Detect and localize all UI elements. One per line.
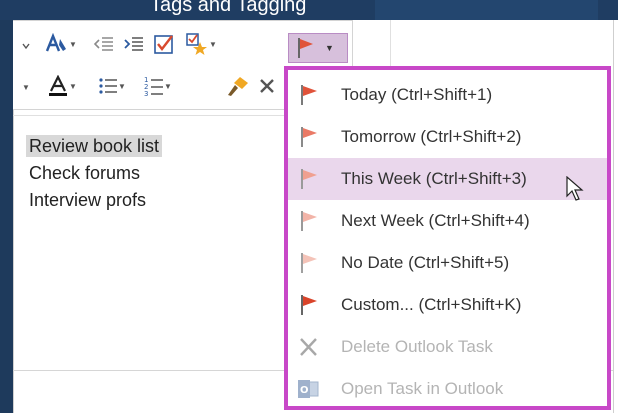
- bullets-icon: [99, 78, 118, 94]
- numbering-icon: 1 2 3: [144, 76, 164, 97]
- flag-custom-icon: [301, 295, 317, 315]
- menu-item-no-date[interactable]: No Date (Ctrl+Shift+5): [288, 242, 607, 284]
- decrease-indent-button[interactable]: [91, 33, 117, 55]
- outlook-icon: O: [298, 380, 319, 398]
- font-color-icon: [49, 75, 68, 96]
- menu-item-open-task-in-outlook[interactable]: O Open Task in Outlook: [288, 368, 607, 410]
- list-item[interactable]: Review book list: [26, 133, 163, 160]
- mouse-cursor-icon: [566, 176, 584, 201]
- chevron-down-icon: ▼: [69, 81, 77, 91]
- flag-dropdown-menu: Today (Ctrl+Shift+1) Tomorrow (Ctrl+Shif…: [284, 66, 611, 410]
- menu-item-delete-outlook-task[interactable]: Delete Outlook Task: [288, 326, 607, 368]
- clear-formatting-button[interactable]: [255, 75, 279, 97]
- clear-formatting-icon: [260, 79, 274, 93]
- increase-indent-button[interactable]: [121, 33, 147, 55]
- menu-item-today[interactable]: Today (Ctrl+Shift+1): [288, 74, 607, 116]
- chevron-down-icon: [22, 43, 30, 50]
- list-item[interactable]: Check forums: [29, 160, 162, 187]
- font-size-dropdown-caret[interactable]: ▼: [19, 76, 33, 98]
- style-dropdown-caret[interactable]: [19, 35, 33, 57]
- flag-next-week-icon: [301, 211, 317, 231]
- chevron-down-icon: ▼: [325, 43, 334, 53]
- font-color-button[interactable]: ▼: [41, 75, 83, 97]
- menu-item-this-week[interactable]: This Week (Ctrl+Shift+3): [288, 158, 607, 200]
- todo-checkbox-icon: [154, 35, 173, 54]
- menu-item-custom[interactable]: Custom... (Ctrl+Shift+K): [288, 284, 607, 326]
- delete-x-icon: [300, 338, 317, 356]
- flag-dropdown-button[interactable]: ▼: [288, 33, 348, 63]
- styles-button[interactable]: ▼: [39, 33, 83, 55]
- title-bar: Tags and Tagging: [0, 0, 618, 20]
- chevron-down-icon: ▼: [209, 39, 217, 49]
- bullets-button[interactable]: ▼: [91, 75, 133, 97]
- chevron-down-icon: ▼: [69, 39, 77, 49]
- increase-indent-icon: [124, 37, 143, 51]
- flag-this-week-icon: [301, 169, 317, 189]
- format-painter-button[interactable]: [223, 75, 253, 97]
- chevron-down-icon: ▼: [118, 81, 126, 91]
- decrease-indent-icon: [93, 37, 113, 51]
- svg-text:3: 3: [144, 90, 148, 97]
- title-bar-region: [375, 0, 598, 20]
- list-item[interactable]: Interview profs: [29, 187, 162, 214]
- find-tags-button[interactable]: ▼: [181, 33, 221, 55]
- flag-no-date-icon: [301, 253, 317, 273]
- chevron-down-icon: ▼: [164, 81, 172, 91]
- flag-icon: [298, 38, 313, 58]
- svg-text:O: O: [300, 385, 309, 396]
- window-title: Tags and Tagging: [150, 0, 307, 16]
- flag-today-icon: [301, 85, 317, 105]
- chevron-down-icon: ▼: [22, 82, 30, 92]
- menu-item-next-week[interactable]: Next Week (Ctrl+Shift+4): [288, 200, 607, 242]
- todo-tag-button[interactable]: [151, 33, 177, 55]
- find-tags-icon: [186, 33, 208, 55]
- format-painter-icon: [228, 77, 248, 96]
- note-outline: Review book list Check forums Interview …: [26, 133, 163, 214]
- numbering-button[interactable]: 1 2 3 ▼: [137, 75, 179, 97]
- styles-icon: [45, 33, 67, 52]
- menu-item-tomorrow[interactable]: Tomorrow (Ctrl+Shift+2): [288, 116, 607, 158]
- flag-tomorrow-icon: [301, 127, 317, 147]
